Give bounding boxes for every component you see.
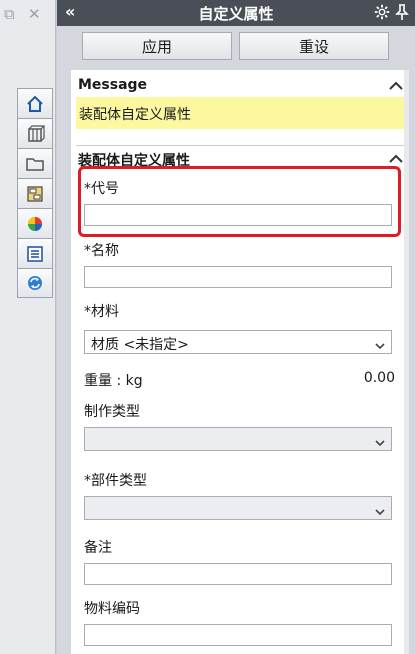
action-bar: 应用 重设: [57, 26, 415, 66]
parts-icon: [28, 124, 45, 142]
material-select-value: 材质 <未指定>: [91, 337, 189, 353]
part-type-label: *部件类型: [84, 473, 147, 489]
apply-button[interactable]: 应用: [82, 32, 232, 60]
message-box: 装配体自定义属性: [76, 97, 406, 129]
property-panel: « 自定义属性 应用 重设 Message 装配体自定义属性 装配体自定义属性: [57, 0, 415, 654]
left-rail: ⧉ ✕: [0, 0, 56, 654]
weight-value: 0.00: [363, 370, 395, 386]
panel-content: Message 装配体自定义属性 装配体自定义属性 *代号 *名称 *材料 材质…: [71, 70, 409, 654]
chevron-up-icon[interactable]: [389, 79, 403, 95]
gear-icon[interactable]: [373, 3, 391, 25]
name-field[interactable]: [84, 266, 392, 288]
chevron-down-icon[interactable]: [375, 338, 385, 354]
code-label: *代号: [84, 181, 119, 197]
highlight-box: [78, 166, 401, 237]
tab-home[interactable]: [17, 88, 53, 118]
message-section-header[interactable]: Message: [71, 72, 409, 98]
panel-title: 自定义属性: [198, 5, 274, 23]
rail-controls: ⧉ ✕: [0, 0, 56, 30]
sync-icon: [28, 276, 42, 290]
weight-label: 重量 : kg: [84, 373, 143, 389]
tab-properties[interactable]: [17, 238, 53, 268]
structure-icon: [27, 185, 43, 202]
restore-icon[interactable]: ⧉: [4, 5, 15, 23]
make-type-label: 制作类型: [84, 404, 140, 420]
chevron-down-icon[interactable]: [375, 435, 385, 451]
tab-folder[interactable]: [17, 148, 53, 178]
material-label: *材料: [84, 304, 119, 320]
close-icon[interactable]: ✕: [28, 5, 41, 23]
tab-structure[interactable]: [17, 178, 53, 208]
reset-button[interactable]: 重设: [239, 32, 389, 60]
message-heading: Message: [78, 77, 148, 93]
tab-sync[interactable]: [17, 268, 53, 298]
folder-icon: [26, 157, 44, 171]
chevron-down-icon[interactable]: [375, 504, 385, 520]
name-label: *名称: [84, 243, 119, 259]
remark-label: 备注: [84, 540, 112, 556]
panel-title-bar: « 自定义属性: [57, 0, 415, 26]
make-type-select[interactable]: [84, 427, 392, 451]
material-code-field[interactable]: [84, 624, 392, 646]
code-field[interactable]: [84, 204, 392, 226]
material-code-label: 物料编码: [84, 601, 140, 617]
pin-icon[interactable]: [394, 3, 410, 25]
home-icon: [27, 95, 43, 112]
remark-field[interactable]: [84, 563, 392, 585]
tab-parts[interactable]: [17, 118, 53, 148]
tab-appearance[interactable]: [17, 208, 53, 238]
material-select[interactable]: 材质 <未指定>: [84, 330, 392, 354]
properties-icon: [27, 245, 43, 262]
rail-tab-strip: [17, 88, 53, 298]
appearance-icon: [28, 216, 42, 231]
message-text: 装配体自定义属性: [79, 107, 191, 123]
part-type-select[interactable]: [84, 496, 392, 520]
scrollbar[interactable]: [404, 70, 409, 654]
